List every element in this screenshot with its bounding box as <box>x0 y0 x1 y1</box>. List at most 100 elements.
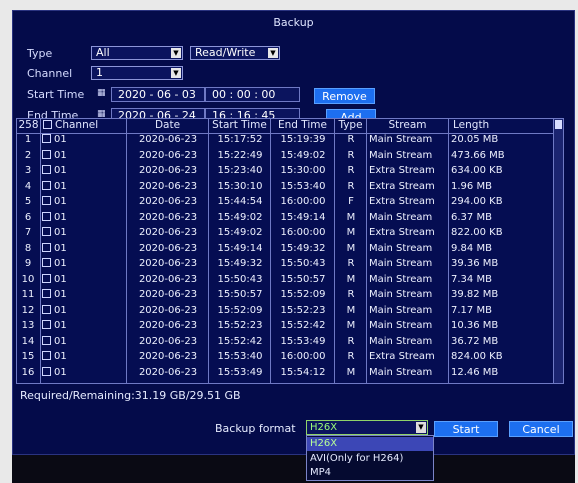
cell-text: 15:49:02 <box>280 149 326 161</box>
chevron-down-icon: ▼ <box>171 48 181 58</box>
cell-text: 7 <box>24 227 32 238</box>
backup-format-dropdown: H26X AVI(Only for H264) MP4 <box>306 435 434 481</box>
select-all-checkbox[interactable] <box>43 120 52 129</box>
header-type[interactable]: Type <box>335 119 367 133</box>
cell-text: 15:52:23 <box>217 320 263 331</box>
start-date-field[interactable]: 2020 - 06 - 03 <box>111 87 205 102</box>
start-time-field[interactable]: 00 : 00 : 00 <box>205 87 300 102</box>
type-select[interactable]: All ▼ <box>91 46 183 60</box>
cell-stream: Extra Stream <box>369 196 449 209</box>
header-channel[interactable]: Channel <box>41 119 127 133</box>
cell-ch: 01 <box>42 289 126 302</box>
cell-text: 20.05 MB <box>451 134 499 145</box>
cell-length: 7.17 MB <box>451 305 553 318</box>
channel-select[interactable]: 1 ▼ <box>91 66 183 80</box>
cell-text: 2020-06-23 <box>138 165 198 176</box>
cell-stream: Main Stream <box>369 305 449 318</box>
table-row[interactable]: 2 01 2020-06-23 15:22:49 15:49:02 R Main Strea… <box>17 149 555 163</box>
cell-text: Extra Stream <box>369 227 435 238</box>
cancel-button[interactable]: Cancel <box>509 421 573 437</box>
header-date[interactable]: Date <box>127 119 209 133</box>
table-row[interactable]: 12 01 2020-06-23 15:52:09 15:52:23 M Main Stre… <box>17 304 555 318</box>
scrollbar-thumb[interactable] <box>555 120 562 129</box>
cell-n: 13 <box>17 320 39 333</box>
row-checkbox[interactable] <box>42 366 51 376</box>
format-option[interactable]: MP4 <box>307 466 433 480</box>
table-row[interactable]: 14 01 2020-06-23 15:52:42 15:53:49 R Main Stre… <box>17 335 555 349</box>
row-checkbox[interactable] <box>42 258 51 267</box>
cell-text: 2020-06-23 <box>138 196 198 207</box>
cell-text: 01 <box>54 149 67 161</box>
cell-end: 16:00:00 <box>271 227 335 240</box>
header-stream[interactable]: Stream <box>367 119 449 133</box>
cell-text: 15:50:57 <box>280 273 326 285</box>
cell-stream: Extra Stream <box>369 227 449 240</box>
table-row[interactable]: 5 01 2020-06-23 15:44:54 16:00:00 F Extra Stre… <box>17 196 555 209</box>
cell-n: 8 <box>17 243 39 256</box>
cell-text: 16:00:00 <box>280 351 326 362</box>
table-row[interactable]: 4 01 2020-06-23 15:30:10 15:53:40 R Extra Stre… <box>17 180 555 194</box>
row-checkbox[interactable] <box>42 289 51 298</box>
calendar-icon[interactable]: ▦ <box>97 88 106 98</box>
row-checkbox[interactable] <box>42 196 51 205</box>
remove-button[interactable]: Remove <box>314 88 375 104</box>
mode-select[interactable]: Read/Write ▼ <box>190 46 280 60</box>
table-row[interactable]: 10 01 2020-06-23 15:50:43 15:50:57 M Main Stre… <box>17 273 555 287</box>
cell-text: 16:00:00 <box>280 196 326 207</box>
cell-end: 15:49:02 <box>271 150 335 163</box>
cell-type: R <box>335 289 367 302</box>
header-length[interactable]: Length <box>449 119 555 133</box>
cell-text: 15:53:40 <box>280 180 326 192</box>
row-checkbox[interactable] <box>42 335 51 345</box>
row-checkbox[interactable] <box>42 149 51 159</box>
format-option[interactable]: H26X <box>307 437 433 451</box>
table-row[interactable]: 3 01 2020-06-23 15:23:40 15:30:00 R Extra Stre… <box>17 165 555 178</box>
row-checkbox[interactable] <box>42 242 51 252</box>
cell-date: 2020-06-23 <box>127 243 209 256</box>
row-checkbox[interactable] <box>42 211 51 221</box>
table-row[interactable]: 1 01 2020-06-23 15:17:52 15:19:39 R Main Strea… <box>17 134 555 147</box>
cell-text: 2 <box>24 149 32 161</box>
cell-type: R <box>335 181 367 194</box>
table-row[interactable]: 8 01 2020-06-23 15:49:14 15:49:32 M Main Strea… <box>17 242 555 256</box>
cell-text: 15:52:42 <box>280 320 326 331</box>
cell-text: 10.36 MB <box>451 320 499 331</box>
cell-n: 3 <box>17 165 39 178</box>
cell-text: 2020-06-23 <box>138 211 198 223</box>
cell-type: R <box>335 134 367 147</box>
table-row[interactable]: 13 01 2020-06-23 15:52:23 15:52:42 M Main Stre… <box>17 320 555 333</box>
table-row[interactable]: 6 01 2020-06-23 15:49:02 15:49:14 M Main Strea… <box>17 211 555 225</box>
cell-text: 2020-06-23 <box>138 180 198 192</box>
cell-end: 15:50:43 <box>271 258 335 271</box>
cell-text: 01 <box>54 335 67 347</box>
row-checkbox[interactable] <box>42 227 51 236</box>
backup-format-select[interactable]: H26X ▼ <box>306 420 428 435</box>
row-checkbox[interactable] <box>42 351 51 360</box>
table-scrollbar[interactable] <box>553 119 563 383</box>
cell-type: R <box>335 150 367 163</box>
row-checkbox[interactable] <box>42 134 51 143</box>
cell-length: 20.05 MB <box>451 134 553 147</box>
header-start-time[interactable]: Start Time <box>209 119 271 133</box>
table-row[interactable]: 7 01 2020-06-23 15:49:02 16:00:00 M Extra Stre… <box>17 227 555 240</box>
cell-text: 15:50:43 <box>217 273 263 285</box>
row-checkbox[interactable] <box>42 320 51 329</box>
cell-start: 15:49:02 <box>209 227 271 240</box>
cell-length: 634.00 KB <box>451 165 553 178</box>
cell-text: 634.00 KB <box>451 165 503 176</box>
cell-type: R <box>335 258 367 271</box>
format-option[interactable]: AVI(Only for H264) <box>307 452 433 466</box>
table-row[interactable]: 11 01 2020-06-23 15:50:57 15:52:09 R Main Stre… <box>17 289 555 302</box>
start-button[interactable]: Start <box>434 421 498 437</box>
row-checkbox[interactable] <box>42 165 51 174</box>
row-checkbox[interactable] <box>42 180 51 190</box>
header-end-time[interactable]: End Time <box>271 119 335 133</box>
table-row[interactable]: 15 01 2020-06-23 15:53:40 16:00:00 R Extra Str… <box>17 351 555 364</box>
table-row[interactable]: 16 01 2020-06-23 15:53:49 15:54:12 M Main Stre… <box>17 366 555 380</box>
table-row[interactable]: 9 01 2020-06-23 15:49:32 15:50:43 R Main Strea… <box>17 258 555 271</box>
row-checkbox[interactable] <box>42 304 51 314</box>
cell-n: 16 <box>17 367 39 380</box>
cell-end: 15:53:40 <box>271 181 335 194</box>
cell-text: 15:49:02 <box>217 227 263 238</box>
row-checkbox[interactable] <box>42 273 51 283</box>
